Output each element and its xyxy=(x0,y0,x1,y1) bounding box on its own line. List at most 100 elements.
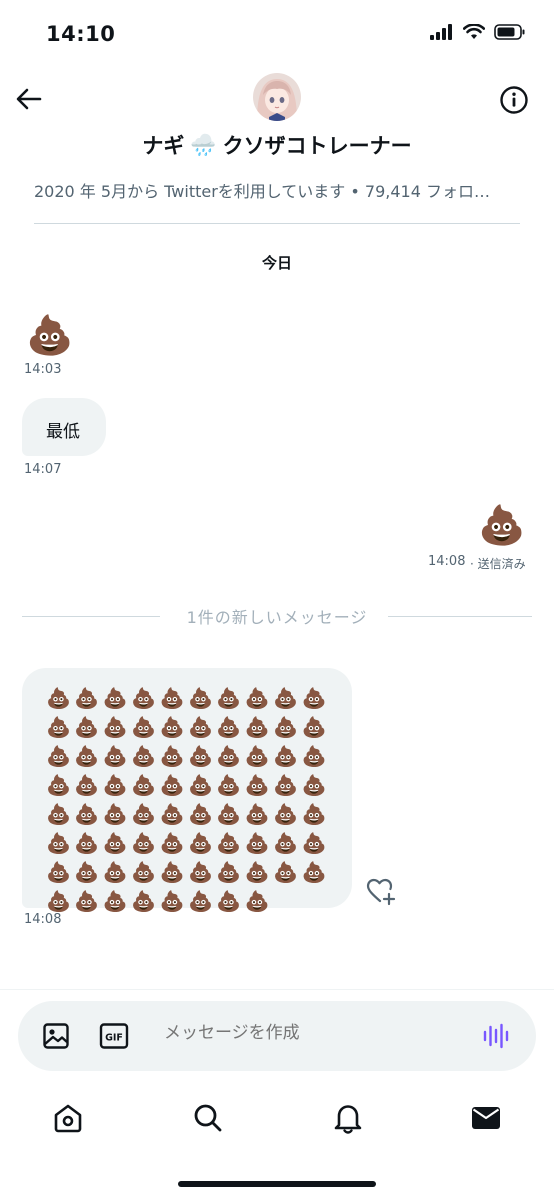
poo-emoji: 💩 xyxy=(187,831,213,855)
poo-emoji: 💩 xyxy=(74,773,100,797)
poo-emoji: 💩 xyxy=(131,686,157,710)
poo-emoji: 💩 xyxy=(46,802,71,826)
poo-emoji-grid: 💩 💩 💩 💩 💩 💩 💩 💩 💩 💩 💩 💩 💩 💩 💩 💩 💩 💩 💩 💩 💩 💩 💩 💩 💩 💩 💩 💩 💩 💩 💩 💩 💩 💩 💩 💩 💩 💩 💩 💩… xyxy=(46,686,336,918)
header-divider xyxy=(34,223,520,224)
poo-emoji: 💩 xyxy=(187,744,213,768)
poo-emoji-row: 💩 💩 💩 💩 💩 💩 💩 💩 💩 💩 xyxy=(46,802,336,831)
gif-button[interactable]: GIF xyxy=(98,1020,130,1052)
day-label: 今日 xyxy=(261,254,292,272)
poo-emoji: 💩 xyxy=(102,686,128,710)
nav-home[interactable] xyxy=(48,1098,88,1138)
wifi-icon xyxy=(463,24,485,39)
poo-emoji: 💩 xyxy=(46,831,71,855)
poo-emoji: 💩 xyxy=(244,860,270,884)
poo-emoji: 💩 xyxy=(159,831,185,855)
profile-meta[interactable]: 2020 年 5月から Twitterを利用しています • 79,414 フォロ… xyxy=(34,178,520,202)
info-icon xyxy=(500,86,528,114)
poo-emoji: 💩 xyxy=(244,773,270,797)
poo-emoji: 💩 xyxy=(273,744,299,768)
poo-emoji: 💩 xyxy=(131,773,157,797)
poo-emoji: 💩 xyxy=(301,744,327,768)
poo-emoji: 💩 xyxy=(273,802,299,826)
envelope-icon xyxy=(472,1107,500,1129)
status-time: 14:10 xyxy=(46,22,116,46)
poo-emoji: 💩 xyxy=(244,715,270,739)
message-emoji-sent[interactable]: 💩 xyxy=(478,502,525,548)
signal-icon xyxy=(430,24,452,40)
voice-button[interactable] xyxy=(480,1020,512,1052)
image-button[interactable] xyxy=(40,1020,72,1052)
poo-emoji: 💩 xyxy=(74,715,100,739)
poo-emoji: 💩 xyxy=(102,831,128,855)
poo-emoji: 💩 xyxy=(131,831,157,855)
poo-emoji: 💩 xyxy=(187,715,213,739)
poo-emoji: 💩 xyxy=(216,686,242,710)
heart-plus-icon xyxy=(366,878,396,906)
poo-emoji: 💩 xyxy=(131,860,157,884)
poo-emoji: 💩 xyxy=(102,744,128,768)
poo-emoji: 💩 xyxy=(244,744,270,768)
poo-emoji: 💩 xyxy=(74,889,100,913)
poo-emoji-row: 💩 💩 💩 💩 💩 💩 💩 💩 xyxy=(46,889,336,918)
poo-emoji: 💩 xyxy=(74,686,100,710)
nav-notifications[interactable] xyxy=(328,1098,368,1138)
poo-emoji-row: 💩 💩 💩 💩 💩 💩 💩 💩 💩 💩 xyxy=(46,860,336,889)
poo-emoji: 💩 xyxy=(216,773,242,797)
message-time: 14:08 xyxy=(24,912,62,927)
poo-emoji: 💩 xyxy=(187,889,213,913)
poo-emoji: 💩 xyxy=(301,802,327,826)
bottom-navigation xyxy=(0,1090,554,1150)
poo-emoji-row: 💩 💩 💩 💩 💩 💩 💩 💩 💩 💩 xyxy=(46,715,336,744)
poo-emoji: 💩 xyxy=(46,860,71,884)
poo-emoji: 💩 xyxy=(273,715,299,739)
home-indicator xyxy=(178,1181,376,1187)
message-input[interactable] xyxy=(164,1023,464,1043)
gif-icon-label: GIF xyxy=(105,1033,123,1044)
poo-emoji: 💩 xyxy=(159,715,185,739)
poo-emoji: 💩 xyxy=(131,715,157,739)
poo-emoji-row: 💩 💩 💩 💩 💩 💩 💩 💩 💩 💩 xyxy=(46,686,336,715)
poo-emoji: 💩 xyxy=(273,831,299,855)
poo-emoji: 💩 xyxy=(46,686,71,710)
message-time: 14:08 xyxy=(428,554,466,569)
new-messages-label: 1件の新しいメッセージ xyxy=(186,608,368,627)
poo-emoji: 💩 xyxy=(216,802,242,826)
poo-emoji: 💩 xyxy=(159,686,185,710)
react-button[interactable] xyxy=(366,877,396,907)
poo-emoji: 💩 xyxy=(301,715,327,739)
poo-emoji: 💩 xyxy=(46,715,71,739)
poo-emoji: 💩 xyxy=(131,889,157,913)
battery-icon xyxy=(494,24,525,40)
poo-emoji: 💩 xyxy=(301,686,327,710)
bell-icon xyxy=(334,1105,362,1134)
message-emoji-received[interactable]: 💩 xyxy=(26,312,73,358)
message-time: 14:03 xyxy=(24,362,62,377)
poo-emoji: 💩 xyxy=(159,773,185,797)
avatar-image xyxy=(253,73,301,121)
poo-emoji: 💩 xyxy=(159,860,185,884)
poo-emoji: 💩 xyxy=(74,831,100,855)
poo-emoji: 💩 xyxy=(216,889,242,913)
image-icon xyxy=(43,1023,69,1049)
nav-search[interactable] xyxy=(188,1098,228,1138)
display-name-left: ナギ xyxy=(142,134,185,158)
conversation-header: ナギ 🌧️ クソザコトレーナー xyxy=(0,70,554,170)
poo-emoji: 💩 xyxy=(216,715,242,739)
poo-emoji: 💩 xyxy=(216,744,242,768)
new-messages-divider: 1件の新しいメッセージ xyxy=(22,604,532,628)
poo-emoji: 💩 xyxy=(46,773,71,797)
poo-emoji: 💩 xyxy=(273,773,299,797)
poo-emoji: 💩 xyxy=(187,802,213,826)
nav-messages[interactable] xyxy=(466,1098,506,1138)
poo-emoji: 💩 xyxy=(187,773,213,797)
back-arrow-icon xyxy=(16,88,42,110)
poo-emoji-row: 💩 💩 💩 💩 💩 💩 💩 💩 💩 💩 xyxy=(46,831,336,860)
back-button[interactable] xyxy=(14,84,44,114)
info-button[interactable] xyxy=(498,84,530,116)
avatar[interactable] xyxy=(253,73,301,121)
poo-emoji: 💩 xyxy=(102,860,128,884)
poo-emoji: 💩 xyxy=(273,860,299,884)
poo-emoji: 💩 xyxy=(301,860,327,884)
display-name: ナギ 🌧️ クソザコトレーナー xyxy=(0,130,554,160)
poo-emoji: 💩 xyxy=(102,802,128,826)
